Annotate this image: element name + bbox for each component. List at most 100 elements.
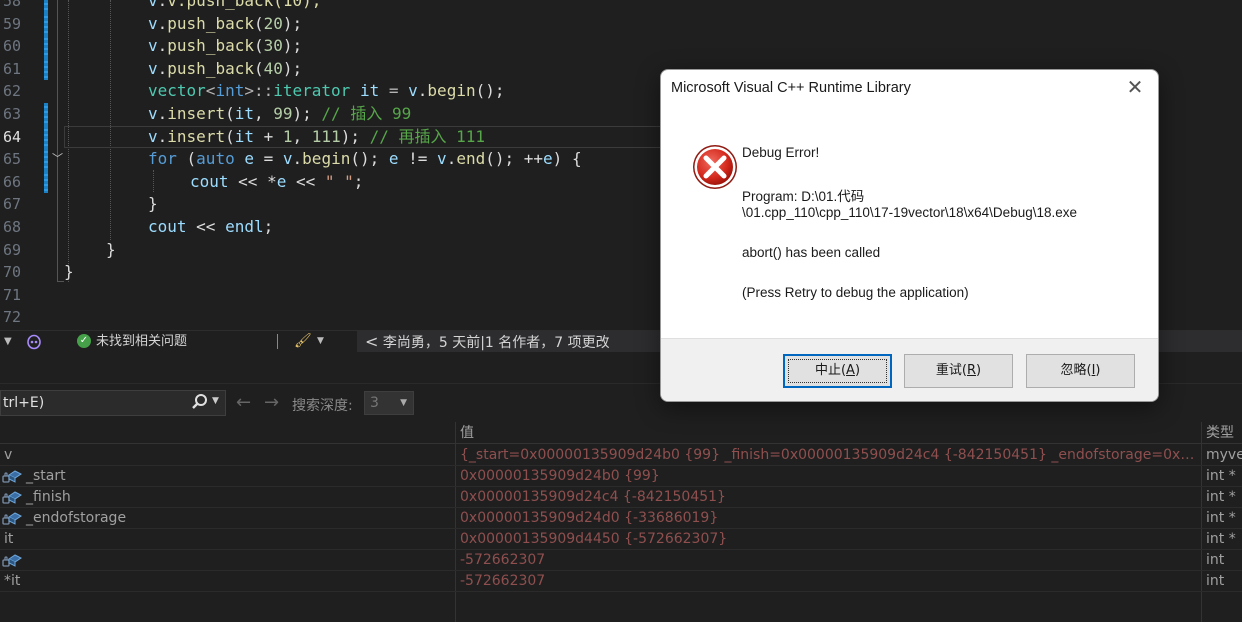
watch-row-type: int * bbox=[1206, 531, 1236, 547]
column-header-type[interactable]: 类型 bbox=[1206, 422, 1234, 444]
column-header-value[interactable]: 值 bbox=[460, 422, 474, 444]
line-number: 69 bbox=[2, 240, 21, 259]
code-line-58: v.v.push_back(10); bbox=[148, 0, 322, 10]
field-icon bbox=[2, 469, 22, 484]
runtime-error-dialog: Microsoft Visual C++ Runtime Library ✕ D… bbox=[660, 69, 1159, 402]
watch-row-name: _finish bbox=[26, 489, 71, 505]
indent-guide bbox=[153, 170, 154, 192]
line-number: 71 bbox=[2, 285, 21, 304]
change-marker bbox=[44, 35, 48, 58]
indent-guide bbox=[110, 0, 111, 240]
watch-row-value[interactable]: -572662307 bbox=[460, 550, 1198, 570]
issues-status-text[interactable]: 未找到相关问题 bbox=[96, 331, 187, 352]
line-number: 67 bbox=[2, 195, 21, 214]
watch-row-name: *it bbox=[4, 573, 21, 589]
line-number: 60 bbox=[2, 37, 21, 56]
change-marker bbox=[44, 57, 48, 81]
blame-text: 李尚勇，5 天前|1 名作者，7 项更改 bbox=[382, 335, 610, 351]
line-number: 58 bbox=[2, 0, 21, 10]
watch-panel: trl+E) ▼ ← → 搜索深度: 3 ▼ 值 类型 v {_start=0x00… bbox=[0, 384, 1242, 622]
watch-row-value[interactable]: 0x00000135909d24c4 {-842150451} bbox=[460, 487, 1198, 507]
watch-row-type: myve bbox=[1206, 447, 1242, 463]
error-message: abort() has been called bbox=[742, 245, 881, 260]
watch-row-value[interactable]: 0x00000135909d24d0 {-33686019} bbox=[460, 508, 1198, 528]
chevron-down-icon: ▼ bbox=[400, 398, 407, 408]
search-forward-arrow-icon[interactable]: → bbox=[264, 392, 279, 413]
watch-row[interactable]: v {_start=0x00000135909d24b0 {99} _finish… bbox=[0, 445, 1242, 466]
code-line-63: v.insert(it, 99); // 插入 99 bbox=[148, 104, 412, 123]
watch-row[interactable]: -572662307 int bbox=[0, 550, 1242, 571]
watch-row-value[interactable]: {_start=0x00000135909d24b0 {99} _finish=… bbox=[460, 445, 1198, 465]
watch-row[interactable]: it 0x00000135909d4450 {-572662307} int * bbox=[0, 529, 1242, 550]
search-options-dropdown-icon[interactable]: ▼ bbox=[212, 396, 219, 406]
chevron-left-icon: < bbox=[365, 332, 379, 351]
copilot-icon[interactable] bbox=[26, 331, 42, 352]
field-icon bbox=[2, 511, 22, 526]
zoom-dropdown-icon[interactable]: ▼ bbox=[4, 331, 12, 352]
program-path-line2: \01.cpp_110\cpp_110\17-19vector\18\x64\D… bbox=[742, 205, 1078, 220]
line-number: 68 bbox=[2, 218, 21, 236]
line-number: 62 bbox=[2, 82, 21, 101]
no-issues-check-icon: ✓ bbox=[77, 334, 91, 348]
line-number: 70 bbox=[2, 263, 21, 282]
watch-row[interactable]: _endofstorage 0x00000135909d24d0 {-336860… bbox=[0, 508, 1242, 529]
change-marker bbox=[44, 148, 48, 171]
field-icon bbox=[2, 553, 22, 568]
watch-row-type: int bbox=[1206, 552, 1225, 568]
watch-row-value[interactable]: 0x00000135909d24b0 {99} bbox=[460, 466, 1198, 486]
change-marker bbox=[44, 103, 48, 126]
retry-button[interactable]: 重试(R) bbox=[904, 354, 1013, 388]
collapse-chevron-icon[interactable]: ﹀ bbox=[52, 148, 63, 171]
code-line-62: vector<int>::iterator it = v.begin(); bbox=[148, 81, 505, 101]
code-cleanup-brush-icon[interactable]: 🖌 bbox=[294, 331, 312, 352]
retry-hint: (Press Retry to debug the application) bbox=[742, 285, 969, 300]
watch-row[interactable]: *it -572662307 int bbox=[0, 571, 1242, 592]
code-cleanup-dropdown-icon[interactable]: ▼ bbox=[317, 331, 324, 352]
watch-row-name: _endofstorage bbox=[26, 510, 127, 526]
search-depth-label: 搜索深度: bbox=[292, 398, 353, 414]
code-line-66: cout << *e << " "; bbox=[190, 171, 364, 191]
watch-row[interactable]: _start 0x00000135909d24b0 {99} int * bbox=[0, 466, 1242, 487]
watch-row-name: v bbox=[4, 447, 13, 463]
line-number: 59 bbox=[2, 14, 21, 33]
line-number: 63 bbox=[2, 105, 21, 123]
ignore-button[interactable]: 忽略(I) bbox=[1026, 354, 1135, 388]
watch-row-name: _start bbox=[26, 468, 66, 484]
code-line-65: for (auto e = v.begin(); e != v.end(); +… bbox=[148, 149, 582, 169]
line-number: 66 bbox=[2, 172, 21, 191]
watch-row[interactable]: _finish 0x00000135909d24c4 {-842150451} in… bbox=[0, 487, 1242, 508]
watch-row-name: it bbox=[4, 531, 14, 547]
code-line-67: } bbox=[148, 194, 158, 214]
watch-grid-header: 值 类型 bbox=[0, 422, 1242, 444]
code-line-70: } bbox=[64, 262, 74, 282]
code-line-59: v.push_back(20); bbox=[148, 13, 303, 33]
dialog-button-bar: 中止(A) 重试(R) 忽略(I) bbox=[661, 338, 1158, 401]
error-icon bbox=[693, 145, 737, 189]
code-line-60: v.push_back(30); bbox=[148, 36, 303, 56]
search-depth-select[interactable]: 3 ▼ bbox=[364, 391, 414, 415]
dialog-title: Microsoft Visual C++ Runtime Library bbox=[671, 80, 911, 96]
watch-row-type: int * bbox=[1206, 510, 1236, 526]
code-line-69: } bbox=[106, 239, 116, 259]
watch-row-type: int bbox=[1206, 573, 1225, 589]
status-divider bbox=[277, 334, 278, 349]
code-line-61: v.push_back(40); bbox=[148, 58, 303, 78]
field-icon bbox=[2, 490, 22, 505]
watch-row-value[interactable]: -572662307 bbox=[460, 571, 1198, 591]
change-marker bbox=[44, 170, 48, 194]
abort-button[interactable]: 中止(A) bbox=[783, 354, 892, 388]
error-heading: Debug Error! bbox=[742, 145, 820, 160]
change-marker bbox=[44, 12, 48, 36]
search-icon[interactable] bbox=[190, 392, 210, 412]
watch-row-value[interactable]: 0x00000135909d4450 {-572662307} bbox=[460, 529, 1198, 549]
change-marker bbox=[44, 0, 48, 13]
search-back-arrow-icon[interactable]: ← bbox=[236, 392, 251, 413]
code-line-64: v.insert(it + 1, 111); // 再插入 111 bbox=[148, 126, 486, 146]
watch-row-type: int * bbox=[1206, 489, 1236, 505]
line-number: 72 bbox=[2, 308, 21, 327]
close-icon[interactable]: ✕ bbox=[1124, 76, 1146, 98]
watch-row-type: int * bbox=[1206, 468, 1236, 484]
program-path-line1: Program: D:\01.代码 bbox=[742, 189, 865, 204]
code-line-68: cout << endl; bbox=[148, 217, 274, 236]
line-number: 61 bbox=[2, 59, 21, 78]
